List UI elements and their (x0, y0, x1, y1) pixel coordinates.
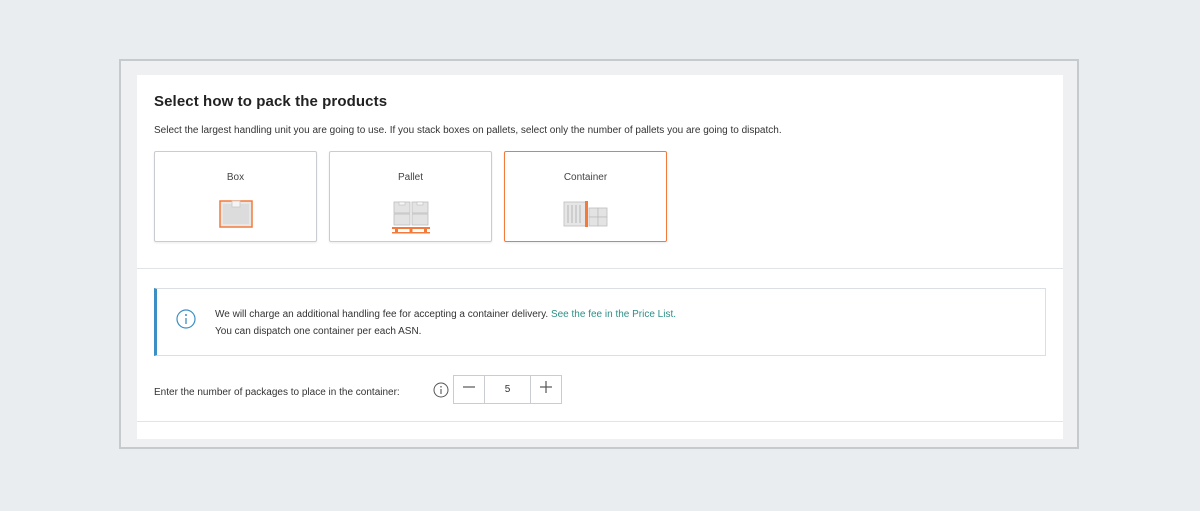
quantity-stepper[interactable]: 5 (453, 375, 562, 404)
option-container[interactable]: Container (504, 151, 667, 242)
container-icon (563, 200, 609, 233)
pallet-icon (391, 200, 430, 239)
increment-button[interactable] (531, 376, 561, 403)
section-title: Select how to pack the products (154, 93, 388, 110)
section-divider (137, 268, 1063, 269)
option-pallet[interactable]: Pallet (329, 151, 492, 242)
packing-panel: Select how to pack the products Select t… (137, 75, 1063, 439)
option-box-label: Box (226, 172, 245, 183)
info-line-1: We will charge an additional handling fe… (215, 309, 676, 320)
info-icon (176, 309, 196, 334)
price-list-link[interactable]: See the fee in the Price List. (551, 309, 676, 320)
info-icon[interactable] (433, 382, 449, 403)
info-callout: We will charge an additional handling fe… (154, 288, 1046, 356)
info-line-2: You can dispatch one container per each … (215, 326, 422, 337)
bottom-divider (137, 421, 1063, 422)
option-container-label: Container (563, 172, 608, 183)
option-pallet-label: Pallet (397, 172, 423, 183)
decrement-button[interactable] (454, 376, 484, 403)
box-icon (218, 200, 253, 233)
section-subtitle: Select the largest handling unit you are… (154, 125, 782, 136)
plus-icon (539, 380, 553, 399)
frame: Select how to pack the products Select t… (119, 59, 1079, 449)
minus-icon (462, 380, 476, 399)
option-box[interactable]: Box (154, 151, 317, 242)
quantity-label: Enter the number of packages to place in… (154, 387, 400, 398)
quantity-value[interactable]: 5 (484, 376, 531, 403)
info-text: We will charge an additional handling fe… (215, 309, 549, 320)
